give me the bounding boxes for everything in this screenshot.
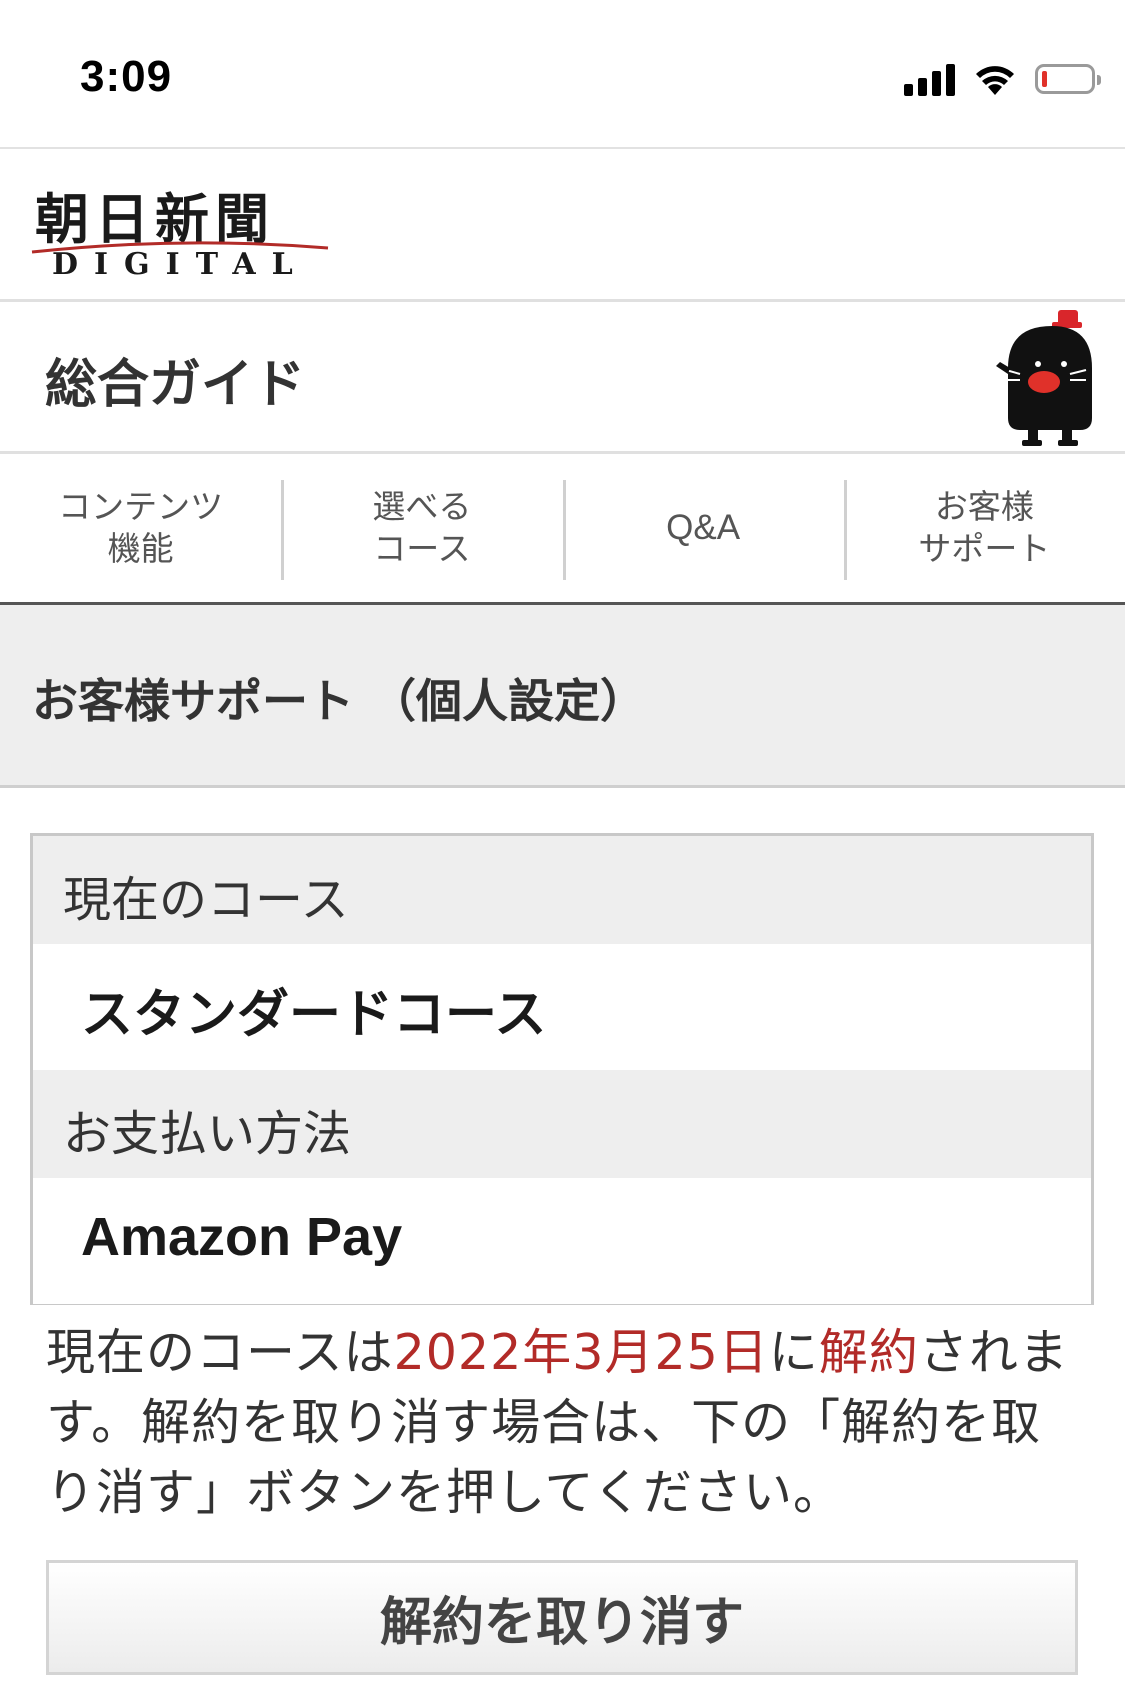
course-value-row: スタンダードコース xyxy=(33,944,1091,1070)
status-bar: 3:09 xyxy=(0,0,1125,149)
brand-header: 朝日新聞 DIGITAL xyxy=(0,149,1125,302)
page-title: 総合ガイド xyxy=(45,355,306,415)
wifi-icon xyxy=(976,66,1014,95)
notice-text: 現在のコースは xyxy=(46,1324,394,1381)
section-title: お客様サポート （個人設定） xyxy=(32,674,647,728)
course-label-row: 現在のコース xyxy=(33,836,1091,944)
tab-label: Q&A xyxy=(666,508,741,547)
current-course-label: 現在のコース xyxy=(63,872,349,928)
section-header: お客様サポート （個人設定） xyxy=(0,605,1125,788)
undo-cancellation-button[interactable]: 解約を取り消す xyxy=(46,1560,1078,1675)
mascot-icon xyxy=(996,310,1092,446)
notice-text: に xyxy=(768,1324,819,1381)
tab-courses[interactable]: 選べる コース xyxy=(281,454,562,602)
tab-label: コンテンツ 機能 xyxy=(58,487,224,568)
status-time: 3:09 xyxy=(80,52,173,101)
tab-label: 選べる コース xyxy=(372,487,472,568)
guide-tabs: コンテンツ 機能 選べる コース Q&A お客様 サポート xyxy=(0,454,1125,605)
payment-method-label: お支払い方法 xyxy=(63,1106,352,1162)
payment-value-row: Amazon Pay xyxy=(33,1178,1091,1304)
status-icons xyxy=(904,62,1101,96)
course-info-box: 現在のコース スタンダードコース お支払い方法 Amazon Pay xyxy=(30,833,1094,1305)
payment-method-value: Amazon Pay xyxy=(81,1207,403,1267)
tab-contents[interactable]: コンテンツ 機能 xyxy=(0,454,281,602)
tab-label: お客様 サポート xyxy=(918,487,1051,568)
guide-header: 総合ガイド xyxy=(0,302,1125,454)
payment-label-row: お支払い方法 xyxy=(33,1070,1091,1178)
tab-qa[interactable]: Q&A xyxy=(562,454,844,602)
tab-support[interactable]: お客様 サポート xyxy=(843,454,1125,602)
cancellation-notice: 現在のコースは2022年3月25日に解約されます。解約を取り消す場合は、下の「解… xyxy=(46,1318,1086,1528)
cancellation-date: 2022年3月25日 xyxy=(393,1324,769,1381)
brand-logo-sub: DIGITAL xyxy=(52,247,309,282)
undo-cancellation-label: 解約を取り消す xyxy=(379,1593,744,1653)
battery-low-icon xyxy=(1035,64,1101,94)
current-course-value: スタンダードコース xyxy=(81,985,547,1045)
cancellation-word: 解約 xyxy=(818,1324,919,1381)
cellular-signal-icon xyxy=(904,62,955,96)
